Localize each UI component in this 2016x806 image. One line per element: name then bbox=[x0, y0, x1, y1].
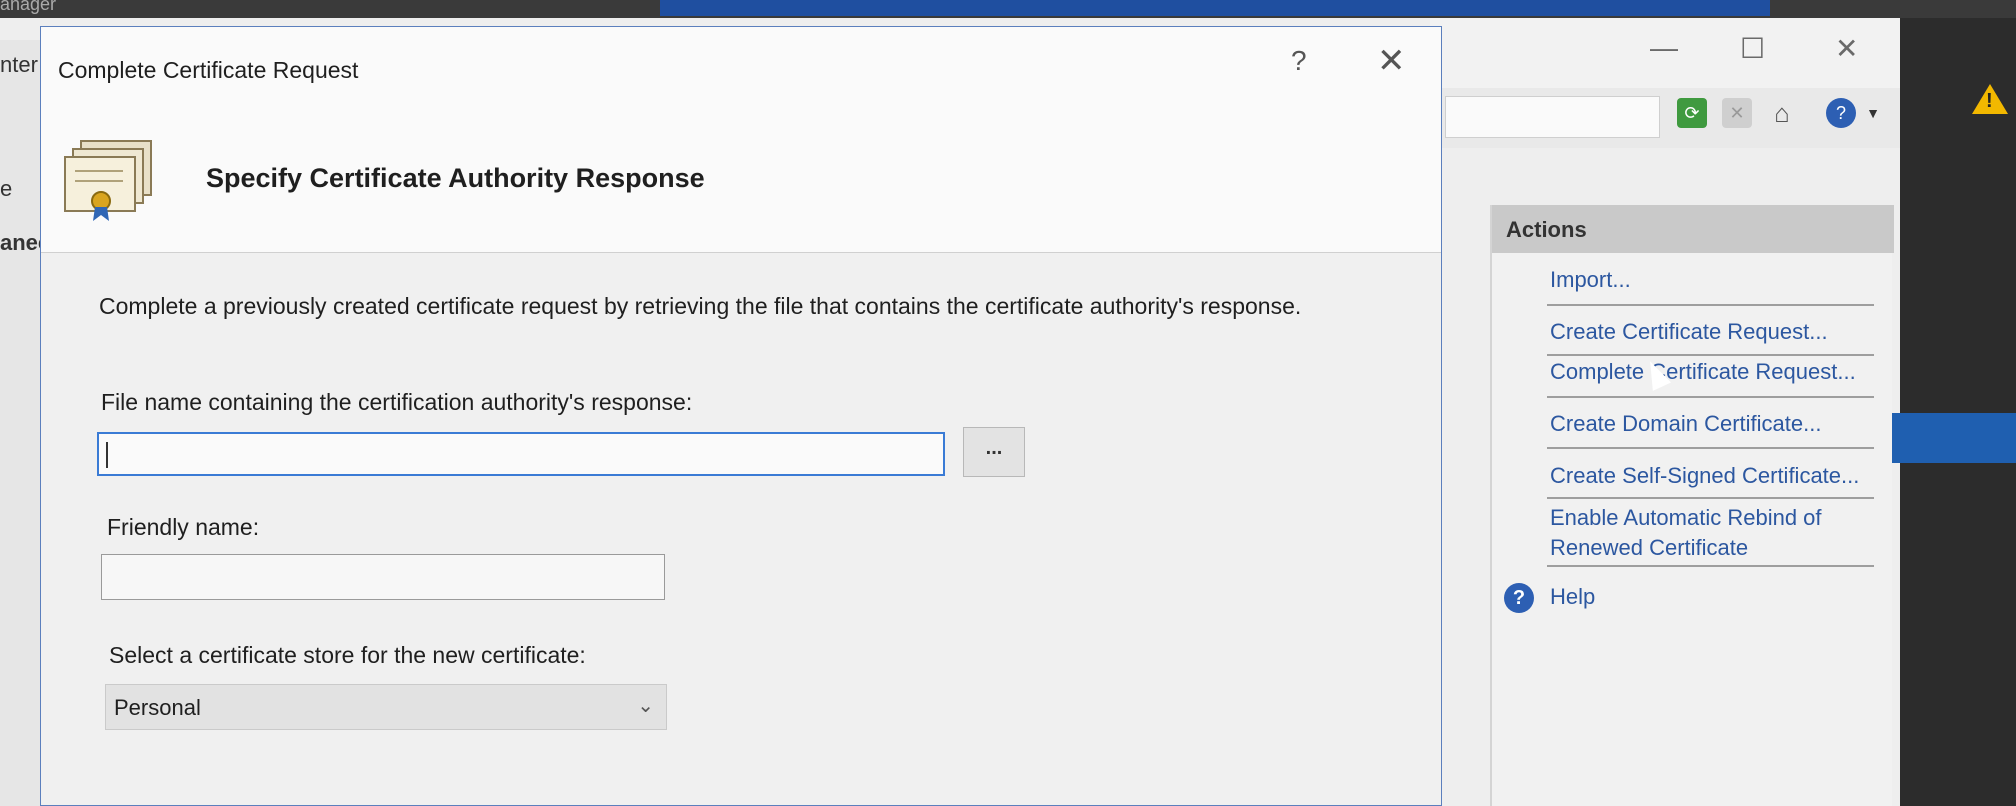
dialog-header: Specify Certificate Authority Response bbox=[41, 83, 1441, 253]
help-circle-icon: ? bbox=[1504, 583, 1534, 613]
dialog-close-button[interactable]: ✕ bbox=[1377, 41, 1406, 81]
action-complete-certificate-request[interactable]: Complete Certificate Request... bbox=[1550, 357, 1856, 387]
divider bbox=[1547, 354, 1874, 356]
certificate-icon bbox=[64, 140, 152, 221]
dialog-heading: Specify Certificate Authority Response bbox=[206, 163, 705, 193]
certificate-store-label: Select a certificate store for the new c… bbox=[109, 642, 586, 668]
friendly-name-label: Friendly name: bbox=[107, 514, 260, 540]
left-fragment-1: nter bbox=[0, 52, 38, 77]
background-desktop bbox=[1900, 18, 2016, 806]
selection-highlight bbox=[1892, 413, 2016, 463]
instructions-text: Complete a previously created certificat… bbox=[99, 293, 1302, 319]
background-window-title: anager bbox=[0, 0, 57, 14]
divider bbox=[1547, 565, 1874, 567]
complete-certificate-request-dialog: Complete Certificate Request ? ✕ Specify… bbox=[40, 26, 1442, 806]
file-name-input[interactable] bbox=[97, 432, 945, 476]
file-name-label: File name containing the certification a… bbox=[101, 389, 693, 415]
warning-mark: ! bbox=[1986, 90, 1993, 112]
dialog-help-button[interactable]: ? bbox=[1291, 45, 1307, 77]
divider bbox=[1547, 497, 1874, 499]
actions-header: Actions bbox=[1492, 205, 1894, 253]
dialog-title: Complete Certificate Request bbox=[58, 57, 359, 83]
action-create-domain-certificate[interactable]: Create Domain Certificate... bbox=[1550, 409, 1821, 439]
text-caret bbox=[106, 442, 108, 468]
help-icon[interactable]: ? bbox=[1826, 98, 1856, 128]
chevron-down-icon[interactable]: ▼ bbox=[1858, 98, 1888, 128]
action-create-self-signed-certificate[interactable]: Create Self-Signed Certificate... bbox=[1550, 461, 1859, 491]
minimize-button[interactable]: — bbox=[1650, 32, 1678, 64]
home-icon[interactable]: ⌂ bbox=[1767, 98, 1797, 128]
action-help[interactable]: Help bbox=[1550, 582, 1595, 612]
action-enable-automatic-rebind[interactable]: Enable Automatic Rebind of Renewed Certi… bbox=[1550, 503, 1850, 563]
action-create-certificate-request[interactable]: Create Certificate Request... bbox=[1550, 317, 1828, 347]
close-window-button[interactable]: ✕ bbox=[1835, 32, 1858, 65]
divider bbox=[1547, 304, 1874, 306]
actions-panel: Actions Import... Create Certificate Req… bbox=[1490, 205, 1894, 806]
action-import[interactable]: Import... bbox=[1550, 265, 1631, 295]
refresh-icon[interactable]: ⟳ bbox=[1677, 98, 1707, 128]
certificate-store-select[interactable]: Personal ⌄ bbox=[105, 684, 667, 730]
remote-session-bar bbox=[660, 0, 1770, 16]
chevron-down-icon: ⌄ bbox=[637, 695, 654, 717]
address-bar[interactable] bbox=[1445, 96, 1660, 138]
divider bbox=[1547, 396, 1874, 398]
certificate-store-value: Personal bbox=[114, 695, 201, 720]
dialog-titlebar: Complete Certificate Request ? ✕ bbox=[41, 27, 1441, 83]
friendly-name-input[interactable] bbox=[101, 554, 665, 600]
maximize-button[interactable]: ☐ bbox=[1740, 32, 1765, 65]
divider bbox=[1547, 447, 1874, 449]
browse-button[interactable]: ... bbox=[963, 427, 1025, 477]
stop-icon[interactable]: ✕ bbox=[1722, 98, 1752, 128]
left-fragment-2: e bbox=[0, 176, 13, 201]
actions-title: Actions bbox=[1506, 217, 1587, 242]
